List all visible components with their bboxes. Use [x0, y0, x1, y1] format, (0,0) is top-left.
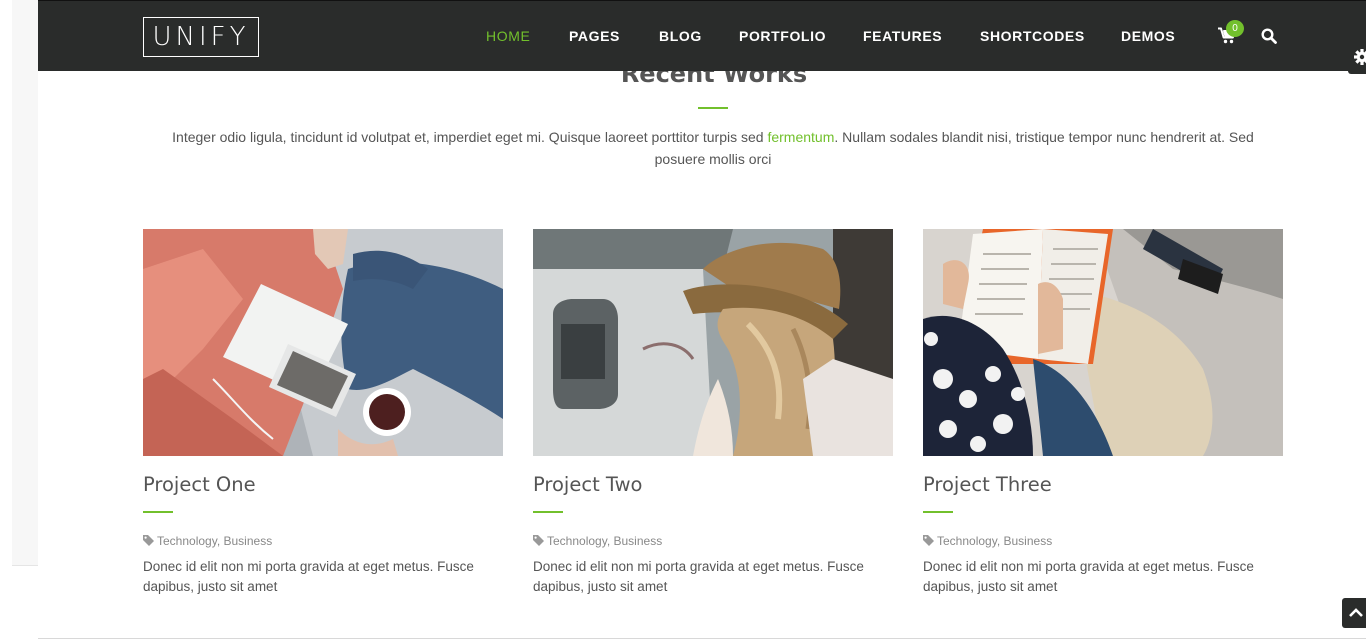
intro-link-fermentum[interactable]: fermentum: [767, 129, 834, 145]
tag-business[interactable]: Business: [224, 534, 273, 548]
project-title-underline: [143, 511, 173, 513]
project-title[interactable]: Project One: [143, 473, 256, 496]
tag-icon: [143, 534, 154, 549]
project-description: Donec id elit non mi porta gravida at eg…: [923, 559, 1254, 594]
search-icon[interactable]: [1261, 28, 1279, 46]
project-card: Project Two Technology, Business Donec i…: [533, 229, 893, 594]
top-navbar: UNIFY HOME PAGES BLOG PORTFOLIO FEATURES…: [38, 0, 1366, 71]
section-divider: [38, 638, 1366, 639]
section-intro: Integer odio ligula, tincidunt id volutp…: [150, 126, 1276, 170]
nav-pages[interactable]: PAGES: [569, 28, 620, 44]
project-image[interactable]: [533, 229, 893, 456]
project-image[interactable]: [923, 229, 1283, 456]
settings-toggle-button[interactable]: [1348, 40, 1366, 74]
tag-business[interactable]: Business: [614, 534, 663, 548]
intro-text-before: Integer odio ligula, tincidunt id volutp…: [172, 129, 768, 145]
project-tags: Technology, Business: [533, 534, 662, 549]
left-page-gutter: [0, 0, 38, 640]
project-tags: Technology, Business: [143, 534, 272, 549]
gutter-panel: [12, 0, 38, 566]
project-tags: Technology, Business: [923, 534, 1052, 549]
project-image[interactable]: [143, 229, 503, 456]
project-description: Donec id elit non mi porta gravida at eg…: [533, 559, 864, 594]
tag-business[interactable]: Business: [1004, 534, 1053, 548]
project-card: Project Three Technology, Business Donec…: [923, 229, 1283, 594]
project-title[interactable]: Project Two: [533, 473, 642, 496]
tag-technology[interactable]: Technology: [547, 534, 607, 548]
tag-icon: [533, 534, 544, 549]
project-card: Project One Technology, Business Donec i…: [143, 229, 503, 594]
tag-technology[interactable]: Technology: [937, 534, 997, 548]
back-to-top-button[interactable]: [1342, 598, 1366, 628]
nav-blog[interactable]: BLOG: [659, 28, 702, 44]
nav-portfolio[interactable]: PORTFOLIO: [739, 28, 826, 44]
gear-icon: [1348, 49, 1366, 78]
gutter-divider: [12, 565, 38, 566]
title-underline: [698, 107, 728, 109]
tag-technology[interactable]: Technology: [157, 534, 217, 548]
tag-icon: [923, 534, 934, 549]
project-title-underline: [533, 511, 563, 513]
cart-count-badge: 0: [1226, 20, 1244, 37]
nav-home[interactable]: HOME: [486, 28, 530, 44]
project-title[interactable]: Project Three: [923, 473, 1052, 496]
nav-demos[interactable]: DEMOS: [1121, 28, 1175, 44]
chevron-up-icon: [1342, 608, 1366, 632]
nav-features[interactable]: FEATURES: [863, 28, 942, 44]
project-title-underline: [923, 511, 953, 513]
nav-shortcodes[interactable]: SHORTCODES: [980, 28, 1085, 44]
brand-logo[interactable]: UNIFY: [143, 17, 259, 57]
project-description: Donec id elit non mi porta gravida at eg…: [143, 559, 474, 594]
